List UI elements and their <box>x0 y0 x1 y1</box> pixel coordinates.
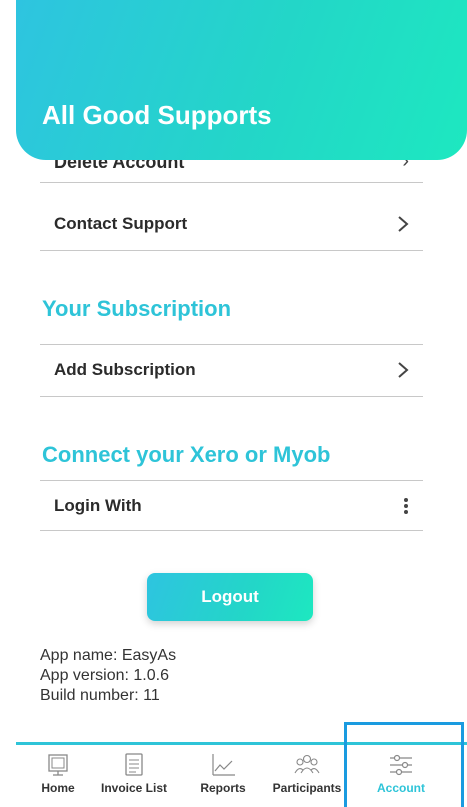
integration-heading: Connect your Xero or Myob <box>42 442 331 467</box>
divider <box>40 344 423 345</box>
delete-account-row[interactable]: Delete Account › <box>40 160 423 176</box>
invoice-list-icon <box>125 753 143 776</box>
nav-item-participants[interactable]: Participants <box>262 753 352 807</box>
nav-label-invoice-list: Invoice List <box>100 781 168 795</box>
chevron-right-icon: › <box>402 160 409 172</box>
app-info: App name: EasyAs App version: 1.0.6 Buil… <box>40 646 176 706</box>
bottom-navigation: Home Invoice List Reports Participants A… <box>16 742 467 807</box>
login-with-row[interactable]: Login With <box>40 484 423 528</box>
divider <box>40 480 423 481</box>
home-icon <box>48 754 68 776</box>
nav-label-reports: Reports <box>200 781 246 795</box>
contact-support-label: Contact Support <box>54 214 188 233</box>
nav-item-invoice-list[interactable]: Invoice List <box>89 753 179 807</box>
build-number: Build number: 11 <box>40 687 160 704</box>
nav-label-participants: Participants <box>272 781 342 795</box>
divider <box>40 530 423 531</box>
app-version: App version: 1.0.6 <box>40 667 169 684</box>
contact-support-row[interactable]: Contact Support <box>40 202 423 246</box>
participants-icon <box>294 754 320 774</box>
nav-label-account: Account <box>377 781 425 795</box>
account-screen: All Good Supports Delete Account › Conta… <box>0 0 467 807</box>
divider <box>40 182 423 183</box>
subscription-heading: Your Subscription <box>42 296 232 321</box>
more-vertical-icon[interactable] <box>403 497 409 515</box>
chevron-right-icon <box>397 361 409 379</box>
nav-item-reports[interactable]: Reports <box>178 753 268 807</box>
delete-account-label: Delete Account <box>54 160 185 172</box>
nav-label-home: Home <box>41 781 75 795</box>
app-header: All Good Supports <box>16 0 467 160</box>
page-title: All Good Supports <box>42 100 272 130</box>
chevron-right-icon <box>397 215 409 233</box>
reports-chart-icon <box>212 754 235 776</box>
divider <box>40 396 423 397</box>
add-subscription-label: Add Subscription <box>54 360 196 379</box>
add-subscription-row[interactable]: Add Subscription <box>40 348 423 392</box>
logout-button[interactable]: Logout <box>147 573 313 621</box>
login-with-label: Login With <box>54 496 142 515</box>
nav-item-account[interactable]: Account <box>356 753 446 807</box>
divider <box>40 250 423 251</box>
sliders-icon <box>390 754 412 776</box>
app-name: App name: EasyAs <box>40 647 177 664</box>
